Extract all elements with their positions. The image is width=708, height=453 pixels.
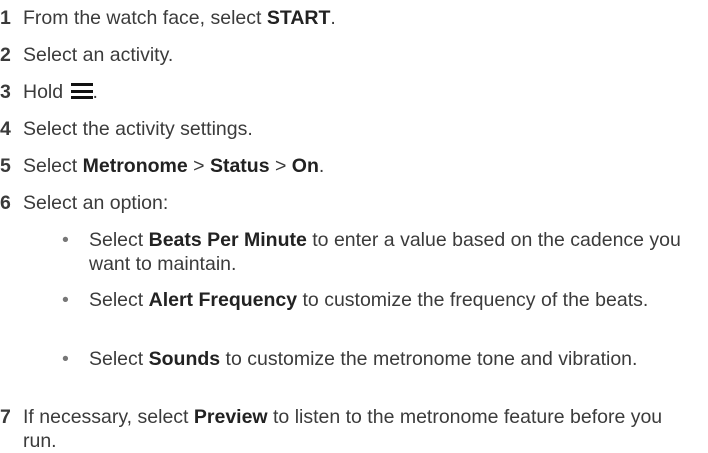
on-label: On — [291, 155, 319, 177]
step-number: 6 — [0, 192, 11, 214]
option-text: Select Sounds to customize the metronome… — [89, 348, 638, 370]
bullet-point: • — [62, 289, 69, 311]
sounds-label: Sounds — [148, 348, 221, 370]
bullet-point: • — [62, 229, 69, 251]
bullet-point: • — [62, 348, 69, 370]
step-number: 3 — [0, 81, 11, 103]
option-text: Select Alert Frequency to customize the … — [89, 289, 649, 311]
step-number: 5 — [0, 155, 11, 177]
start-label: START — [266, 7, 331, 29]
step-text: If necessary, select Preview to listen t… — [23, 406, 663, 452]
metronome-label: Metronome — [82, 155, 188, 177]
step-text: Select the activity settings. — [23, 118, 253, 140]
beats-per-minute-label: Beats Per Minute — [148, 229, 307, 251]
step-text: From the watch face, select START. — [23, 7, 336, 29]
step-text: Select an activity. — [23, 44, 174, 66]
instruction-list: 1 From the watch face, select START. 2 S… — [0, 0, 708, 453]
menu-icon — [70, 83, 93, 99]
step-number: 1 — [0, 7, 11, 29]
status-label: Status — [209, 155, 270, 177]
step-text: Hold . — [23, 81, 98, 103]
step-text: Select an option: — [23, 192, 169, 214]
step-number: 4 — [0, 118, 11, 140]
step-text: Select Metronome > Status > On. — [23, 155, 325, 177]
option-text: Select Beats Per Minute to enter a value… — [89, 229, 681, 275]
preview-label: Preview — [193, 406, 268, 428]
alert-frequency-label: Alert Frequency — [148, 289, 298, 311]
step-number: 2 — [0, 44, 11, 66]
step-number: 7 — [0, 406, 11, 428]
